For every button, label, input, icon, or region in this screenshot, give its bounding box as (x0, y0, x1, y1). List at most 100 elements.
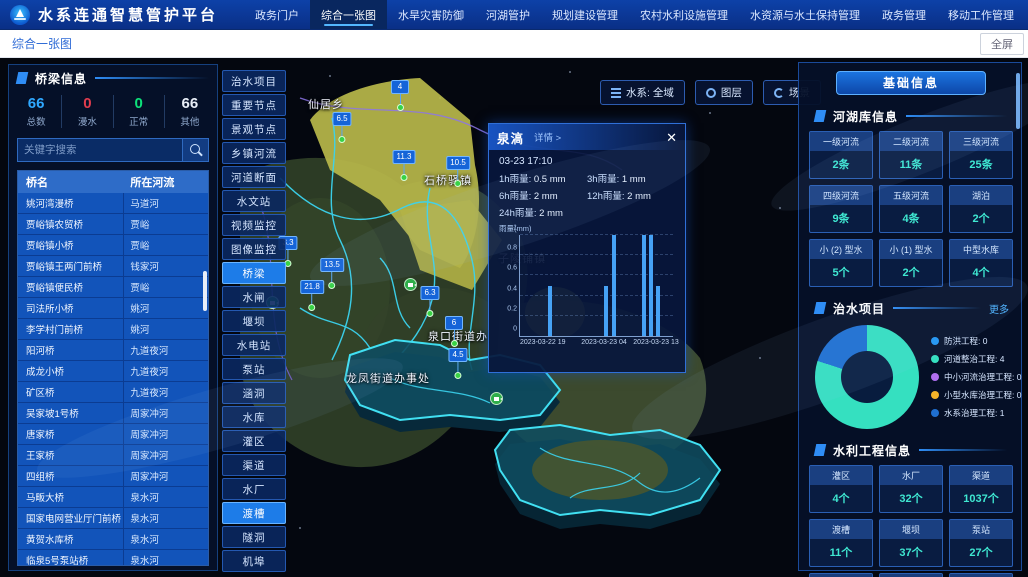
bridge-name-cell: 国家电网营业厅门前桥 (18, 508, 124, 528)
bridge-stat-正常: 0正常 (114, 95, 165, 128)
layer-item-渡槽[interactable]: 渡槽 (222, 502, 286, 524)
app-logo-icon (10, 5, 30, 25)
table-scrollbar[interactable] (203, 271, 207, 311)
table-row[interactable]: 贾峪镇农贸桥贾峪 (18, 214, 208, 235)
table-row[interactable]: 贾峪镇王两门前桥钱家河 (18, 256, 208, 277)
table-row[interactable]: 矿区桥九道夜河 (18, 382, 208, 403)
more-link[interactable]: 更多 (989, 301, 1009, 316)
table-row[interactable]: 黄贺水库桥泉水河 (18, 529, 208, 550)
map-control-图层[interactable]: 图层 (695, 80, 753, 105)
table-row[interactable]: 吴家坡1号桥周家冲河 (18, 403, 208, 424)
table-row[interactable]: 阳河桥九道夜河 (18, 340, 208, 361)
stat-value: 0 (62, 95, 112, 112)
table-row[interactable]: 王家桥周家冲河 (18, 445, 208, 466)
marker-value: 11.3 (393, 150, 416, 164)
layer-item-水电站[interactable]: 水电站 (222, 334, 286, 356)
river-name-cell: 九道夜河 (124, 364, 208, 378)
nav-item-0[interactable]: 政务门户 (244, 0, 310, 29)
project-donut-chart (815, 325, 919, 429)
map-marker[interactable]: 21.8 (300, 276, 324, 311)
table-row[interactable]: 贾峪镇小桥贾峪 (18, 235, 208, 256)
table-row[interactable]: 姚河湾漫桥马道河 (18, 193, 208, 214)
camera-icon[interactable] (490, 392, 503, 405)
layer-item-图像监控[interactable]: 图像监控 (222, 238, 286, 260)
marker-value: 6.5 (332, 112, 351, 126)
nav-item-7[interactable]: 政务管理 (871, 0, 937, 29)
y-tick: 1 (513, 225, 520, 232)
table-row[interactable]: 临泉5号泵站桥泉水河 (18, 550, 208, 566)
layer-item-景观节点[interactable]: 景观节点 (222, 118, 286, 140)
layer-item-乡镇河流[interactable]: 乡镇河流 (222, 142, 286, 164)
layer-item-渠道[interactable]: 渠道 (222, 454, 286, 476)
bridge-stats: 66总数0漫水0正常66其他 (9, 91, 217, 136)
nav-item-5[interactable]: 农村水利设施管理 (629, 0, 739, 29)
layer-item-桥梁[interactable]: 桥梁 (222, 262, 286, 284)
search-input[interactable] (18, 139, 182, 161)
cell-label: 堰坝 (880, 520, 942, 539)
layer-item-隧洞[interactable]: 隧洞 (222, 526, 286, 548)
rain-stat: 1h雨量: 0.5 mm (499, 171, 587, 185)
popup-detail-link[interactable]: 详情 > (534, 130, 561, 144)
layer-item-堰坝[interactable]: 堰坝 (222, 310, 286, 332)
layer-item-重要节点[interactable]: 重要节点 (222, 94, 286, 116)
table-row[interactable]: 马畈大桥泉水河 (18, 487, 208, 508)
layer-item-灌区[interactable]: 灌区 (222, 430, 286, 452)
fullscreen-button[interactable]: 全屏 (980, 33, 1024, 55)
base-info-button[interactable]: 基础信息 (836, 71, 986, 95)
close-icon[interactable]: ✕ (666, 131, 677, 144)
nav-item-2[interactable]: 水旱灾害防御 (387, 0, 475, 29)
legend-label: 中小河流治理工程: 0 (944, 371, 1021, 383)
table-row[interactable]: 国家电网营业厅门前桥泉水河 (18, 508, 208, 529)
right-panel-scrollbar[interactable] (1016, 73, 1020, 129)
search-icon[interactable] (182, 139, 208, 161)
layer-item-水文站[interactable]: 水文站 (222, 190, 286, 212)
breadcrumb[interactable]: 综合一张图 (12, 35, 72, 52)
nav-item-1[interactable]: 综合一张图 (310, 0, 387, 29)
table-row[interactable]: 贾峪镇便民桥贾峪 (18, 277, 208, 298)
map-marker[interactable]: 6 (445, 312, 463, 347)
river-name-cell: 泉水河 (124, 490, 208, 504)
stat-cell-灌区: 灌区4个 (809, 465, 873, 513)
camera-icon[interactable] (404, 278, 417, 291)
bridge-name-cell: 阳河桥 (18, 340, 124, 360)
layer-item-水厂[interactable]: 水厂 (222, 478, 286, 500)
river-stats-grid: 一级河流2条二级河流11条三级河流25条四级河流9条五级河流4条湖泊2个小 (2… (807, 129, 1015, 295)
nav-item-8[interactable]: 移动工作管理 (937, 0, 1025, 29)
map-marker[interactable]: 4.5 (448, 344, 467, 379)
bridge-name-cell: 贾峪镇王两门前桥 (18, 256, 124, 276)
marker-stem (457, 170, 458, 180)
layer-item-治水项目[interactable]: 治水项目 (222, 70, 286, 92)
table-row[interactable]: 唐家桥周家冲河 (18, 424, 208, 445)
map-marker[interactable]: 11.3 (393, 146, 416, 181)
section-corner-icon (814, 302, 827, 314)
layer-item-水闸[interactable]: 水闸 (222, 286, 286, 308)
marker-stem (458, 362, 459, 372)
layer-item-泵站[interactable]: 泵站 (222, 358, 286, 380)
river-name-cell: 姚河 (124, 322, 208, 336)
layer-item-水库[interactable]: 水库 (222, 406, 286, 428)
cell-value: 5个 (810, 259, 872, 286)
layer-item-视频监控[interactable]: 视频监控 (222, 214, 286, 236)
map-marker[interactable]: 4 (391, 76, 409, 111)
layer-item-河道断面[interactable]: 河道断面 (222, 166, 286, 188)
stat-cell-堰坝: 堰坝37个 (879, 519, 943, 567)
map-marker[interactable]: 6.5 (332, 108, 351, 143)
layer-item-涵洞[interactable]: 涵洞 (222, 382, 286, 404)
table-row[interactable]: 司法所小桥姚河 (18, 298, 208, 319)
marker-dot (454, 180, 461, 187)
nav-item-4[interactable]: 规划建设管理 (541, 0, 629, 29)
table-row[interactable]: 四组桥周家冲河 (18, 466, 208, 487)
table-row[interactable]: 成龙小桥九道夜河 (18, 361, 208, 382)
nav-item-6[interactable]: 水资源与水土保持管理 (739, 0, 871, 29)
map-control-水系: 全域[interactable]: 水系: 全域 (600, 80, 685, 105)
layer-item-机埠[interactable]: 机埠 (222, 550, 286, 572)
map-marker[interactable]: 10.5 (446, 152, 470, 187)
marker-value: 13.5 (320, 258, 344, 272)
stat-cell-小 (2) 型水: 小 (2) 型水5个 (809, 239, 873, 287)
table-row[interactable]: 李学村门前桥姚河 (18, 319, 208, 340)
river-name-cell: 周家冲河 (124, 406, 208, 420)
stat-label: 漫水 (62, 114, 112, 128)
map-marker[interactable]: 6.3 (420, 282, 439, 317)
stat-cell-渠道: 渠道1037个 (949, 465, 1013, 513)
nav-item-3[interactable]: 河湖管护 (475, 0, 541, 29)
